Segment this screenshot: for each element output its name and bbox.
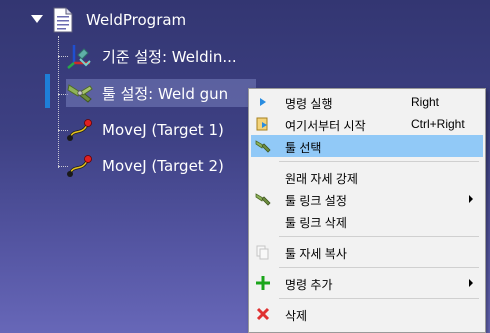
menu-item-shortcut: Ctrl+Right [411,117,465,131]
weld-gun-icon [67,82,94,104]
movej-icon [67,119,94,141]
menu-item-label: 툴 링크 설정 [285,194,347,208]
menu-item-label: 삭제 [285,309,308,323]
menu-separator [279,236,479,237]
tree-item-reference[interactable]: 기준 설정: Weldin... [67,44,237,69]
menu-item-select-tool[interactable]: 툴 선택 [251,135,483,157]
menu-item-force-original-pose[interactable]: 원래 자세 강제 [251,166,483,188]
menu-item-label: 툴 링크 삭제 [285,216,347,230]
movej-icon [67,155,94,177]
menu-item-copy-tool-pose[interactable]: 툴 자세 복사 [251,241,483,263]
tree-item-label: 기준 설정: Weldin... [102,47,237,66]
weld-gun-icon [255,191,271,207]
program-label: WeldProgram [86,11,187,29]
menu-separator [279,298,479,299]
document-icon [52,7,78,33]
tree-item-program[interactable]: WeldProgram [52,7,187,33]
weld-gun-icon [255,138,271,154]
reference-frame-icon [67,45,94,69]
tree-item-tool[interactable]: 툴 설정: Weld gun [66,79,256,107]
menu-separator [279,161,479,162]
menu-item-label: 명령 실행 [285,97,333,111]
tree-item-label: MoveJ (Target 1) [102,121,224,139]
tree-item-movej-2[interactable]: MoveJ (Target 2) [67,154,224,178]
submenu-arrow-icon [469,279,473,287]
menu-item-start-here[interactable]: 여기서부터 시작 Ctrl+Right [251,113,483,135]
menu-item-label: 툴 선택 [285,141,322,155]
menu-item-delete-tool-link[interactable]: 툴 링크 삭제 [251,210,483,232]
tree-item-label: 툴 설정: Weld gun [102,84,229,103]
menu-item-run-command[interactable]: 명령 실행 Right [251,91,483,113]
menu-item-label: 툴 자세 복사 [285,247,347,261]
menu-item-add-command[interactable]: 명령 추가 [251,272,483,294]
collapse-arrow-icon[interactable] [31,15,43,23]
menu-separator [279,267,479,268]
context-menu: 명령 실행 Right 여기서부터 시작 Ctrl+Right 툴 선택 원래 … [248,88,486,333]
menu-item-shortcut: Right [411,95,440,109]
menu-item-label: 여기서부터 시작 [285,119,366,133]
selection-indicator [45,74,50,108]
tree-item-movej-1[interactable]: MoveJ (Target 1) [67,118,224,142]
menu-item-set-tool-link[interactable]: 툴 링크 설정 [251,188,483,210]
menu-item-label: 명령 추가 [285,278,333,292]
submenu-arrow-icon [469,195,473,203]
start-here-icon [255,116,271,132]
play-icon [255,94,271,110]
delete-icon [255,306,271,322]
copy-icon [255,244,271,260]
menu-item-label: 원래 자세 강제 [285,172,358,186]
plus-icon [255,275,271,291]
tree-item-label: MoveJ (Target 2) [102,157,224,175]
menu-item-delete[interactable]: 삭제 [251,303,483,325]
